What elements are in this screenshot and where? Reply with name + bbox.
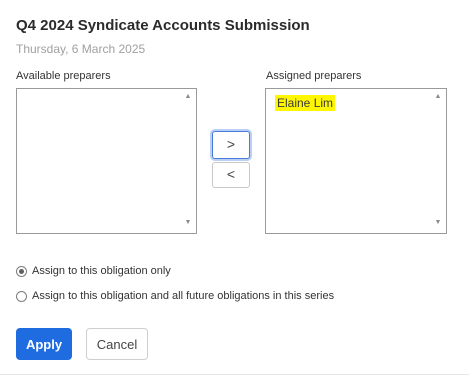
assigned-preparers-label: Assigned preparers	[266, 70, 362, 82]
radio-button[interactable]	[16, 265, 27, 277]
divider	[0, 374, 469, 375]
scroll-up-icon[interactable]: ▲	[432, 92, 444, 102]
radio-label: Assign to this obligation and all future…	[32, 290, 335, 302]
chevron-right-icon: >	[226, 136, 236, 152]
available-preparers-label: Available preparers	[16, 70, 111, 82]
assigned-preparers-list[interactable]: Elaine Lim ▲ ▼	[265, 88, 447, 234]
scroll-down-icon[interactable]: ▼	[432, 218, 444, 228]
dialog-date: Thursday, 6 March 2025	[16, 42, 146, 56]
dialog-title: Q4 2024 Syndicate Accounts Submission	[16, 17, 310, 34]
available-preparers-list[interactable]: ▲ ▼	[16, 88, 197, 234]
radio-option-this-only[interactable]: Assign to this obligation only	[16, 265, 171, 277]
cancel-button[interactable]: Cancel	[86, 328, 148, 360]
list-item[interactable]: Elaine Lim	[275, 95, 336, 111]
move-left-button[interactable]: <	[212, 162, 250, 188]
radio-option-all-future[interactable]: Assign to this obligation and all future…	[16, 290, 334, 302]
chevron-left-icon: <	[226, 166, 236, 182]
apply-button[interactable]: Apply	[16, 328, 72, 360]
radio-button[interactable]	[16, 290, 27, 302]
scroll-down-icon[interactable]: ▼	[182, 218, 194, 228]
radio-label: Assign to this obligation only	[32, 265, 171, 277]
scroll-up-icon[interactable]: ▲	[182, 92, 194, 102]
move-right-button[interactable]: >	[212, 131, 250, 159]
